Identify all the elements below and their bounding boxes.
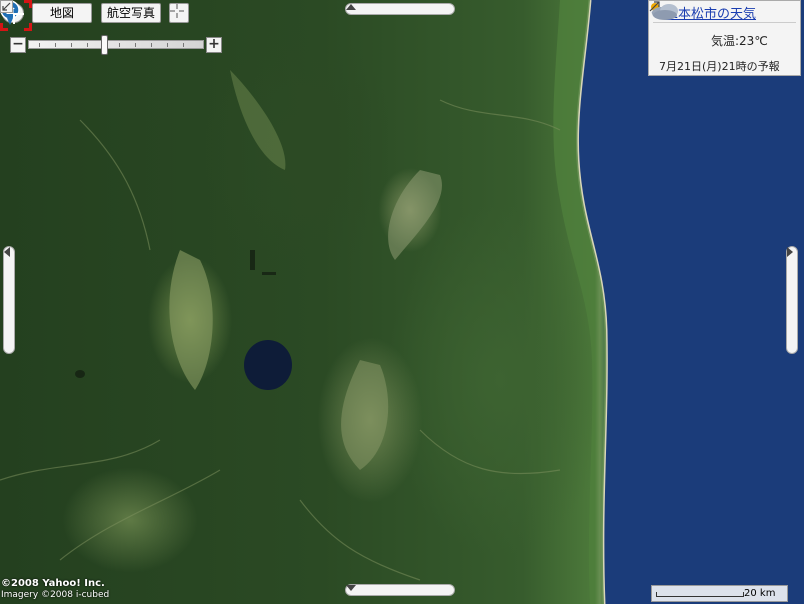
zoom-tick <box>55 43 56 47</box>
zoom-tick <box>71 43 72 47</box>
arrow-left-icon <box>4 247 10 257</box>
cloud-icon <box>652 4 678 20</box>
satellite-map[interactable]: 地図 航空写真 − + 二本松市の天気 気温:23℃ 7月21日(月)21時の予… <box>0 0 804 604</box>
scale-label: 20 km <box>744 588 776 599</box>
weather-temperature: 気温:23℃ <box>711 34 768 48</box>
imagery-credit: Imagery ©2008 i-cubed <box>1 590 110 600</box>
zoom-tick <box>135 43 136 47</box>
copyright-text: ©2008 Yahoo! Inc. <box>1 578 105 589</box>
pan-down-button[interactable] <box>345 584 455 596</box>
divider <box>653 22 796 23</box>
zoom-in-button[interactable]: + <box>206 37 222 53</box>
terrain-layer <box>0 0 804 604</box>
arrow-up-icon <box>346 4 356 10</box>
weather-forecast-time: 7月21日(月)21時の予報 <box>659 60 780 73</box>
crosshair-icon <box>170 4 184 18</box>
zoom-out-button[interactable]: − <box>10 37 26 53</box>
pan-up-button[interactable] <box>345 3 455 15</box>
weather-widget: 二本松市の天気 気温:23℃ 7月21日(月)21時の予報 <box>648 0 801 76</box>
zoom-tick <box>151 43 152 47</box>
zoom-slider-track[interactable] <box>28 40 204 49</box>
crosshair-toggle-button[interactable] <box>169 3 189 23</box>
pan-left-button[interactable] <box>3 246 15 354</box>
zoom-tick <box>183 43 184 47</box>
zoom-tick <box>119 43 120 47</box>
arrow-down-icon <box>346 585 356 591</box>
map-view-button[interactable]: 地図 <box>32 3 92 23</box>
zoom-tick <box>87 43 88 47</box>
resize-icon[interactable] <box>0 0 13 13</box>
arrow-right-icon <box>787 247 793 257</box>
zoom-slider-thumb[interactable] <box>100 35 108 55</box>
pan-right-button[interactable] <box>786 246 798 354</box>
scale-line <box>656 592 744 597</box>
zoom-tick <box>167 43 168 47</box>
zoom-tick <box>39 43 40 47</box>
scale-bar: 20 km <box>651 585 788 602</box>
lake <box>244 340 292 390</box>
aerial-view-button[interactable]: 航空写真 <box>101 3 161 23</box>
